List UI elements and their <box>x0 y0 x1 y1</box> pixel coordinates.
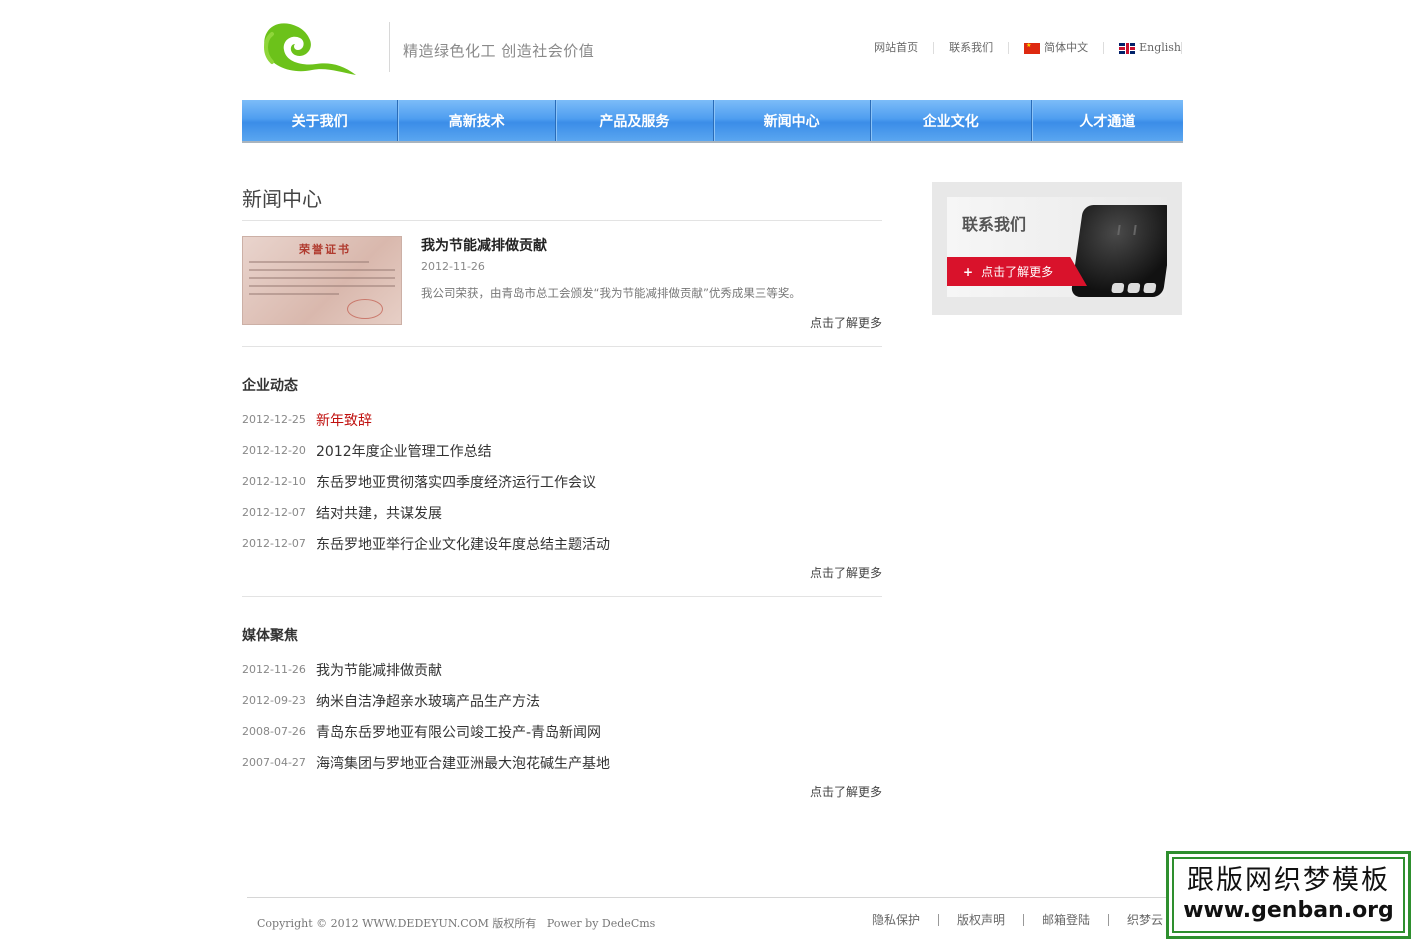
news-date: 2012-12-10 <box>242 475 306 488</box>
media-focus-title: 媒体聚焦 <box>242 628 298 644</box>
list-item: 2012-12-20 2012年度企业管理工作总结 <box>242 435 882 466</box>
top-link-english[interactable]: English <box>1104 42 1182 54</box>
nav-item-culture[interactable]: 企业文化 <box>871 100 1032 141</box>
sidebar-contact-box: 联系我们 + 点击了解更多 <box>932 182 1182 315</box>
list-item: 2012-09-23 纳米自洁净超亲水玻璃产品生产方法 <box>242 685 882 716</box>
media-focus-list: 2012-11-26 我为节能减排做贡献 2012-09-23 纳米自洁净超亲水… <box>242 654 882 778</box>
news-date: 2012-09-23 <box>242 694 306 707</box>
top-link-contact[interactable]: 联系我们 <box>934 41 1010 54</box>
news-link[interactable]: 我为节能减排做贡献 <box>316 660 442 680</box>
featured-news-description: 我公司荣获，由青岛市总工会颁发“我为节能减排做贡献”优秀成果三等奖。 <box>421 286 801 300</box>
news-date: 2012-12-20 <box>242 444 306 457</box>
certificate-text-line <box>249 269 395 271</box>
news-date: 2012-12-07 <box>242 537 306 550</box>
certificate-text-line <box>249 277 395 279</box>
media-focus-more-link[interactable]: 点击了解更多 <box>700 783 882 800</box>
footer-link-privacy[interactable]: 隐私保护 <box>872 914 938 926</box>
featured-news-image[interactable]: 荣誉证书 <box>242 236 402 325</box>
plus-icon: + <box>963 264 974 279</box>
divider <box>242 220 882 221</box>
divider <box>242 346 882 347</box>
top-link-label: 联系我们 <box>949 41 994 54</box>
top-link-chinese[interactable]: 简体中文 <box>1009 41 1105 54</box>
watermark-title: 跟版网织梦模板 <box>1187 865 1390 896</box>
company-logo[interactable] <box>242 18 362 80</box>
featured-news-title[interactable]: 我为节能减排做贡献 <box>421 235 547 255</box>
flag-cn-icon <box>1024 42 1041 54</box>
news-link[interactable]: 青岛东岳罗地亚有限公司竣工投产-青岛新闻网 <box>316 722 601 742</box>
news-link[interactable]: 东岳罗地亚贯彻落实四季度经济运行工作会议 <box>316 472 596 492</box>
contact-more-button[interactable]: + 点击了解更多 <box>947 257 1087 286</box>
company-news-title: 企业动态 <box>242 378 298 394</box>
list-item: 2012-12-10 东岳罗地亚贯彻落实四季度经济运行工作会议 <box>242 466 882 497</box>
news-date: 2012-12-07 <box>242 506 306 519</box>
device-keys-icon <box>1111 283 1157 293</box>
list-item: 2012-11-26 我为节能减排做贡献 <box>242 654 882 685</box>
footer-link-mail-login[interactable]: 邮箱登陆 <box>1023 914 1108 926</box>
nav-item-careers[interactable]: 人才通道 <box>1032 100 1183 141</box>
certificate-seal-icon <box>347 299 383 319</box>
watermark-badge: 跟版网织梦模板 www.genban.org <box>1166 851 1411 939</box>
news-link[interactable]: 海湾集团与罗地亚合建亚洲最大泡花碱生产基地 <box>316 753 610 773</box>
footer-copyright: Copyright © 2012 WWW.DEDEYUN.COM 版权所有 Po… <box>257 917 656 930</box>
header-divider <box>389 22 390 72</box>
list-item: 2007-04-27 海湾集团与罗地亚合建亚洲最大泡花碱生产基地 <box>242 747 882 778</box>
featured-more-link[interactable]: 点击了解更多 <box>700 314 882 331</box>
nav-item-products[interactable]: 产品及服务 <box>556 100 714 141</box>
top-link-label: 网站首页 <box>874 41 919 54</box>
top-link-label: English <box>1139 41 1181 54</box>
news-date: 2007-04-27 <box>242 756 306 769</box>
contact-button-label: 点击了解更多 <box>981 265 1054 279</box>
nav-item-technology[interactable]: 高新技术 <box>398 100 557 141</box>
news-link[interactable]: 结对共建，共谋发展 <box>316 503 442 523</box>
watermark-frame: 跟版网织梦模板 www.genban.org <box>1172 857 1405 933</box>
news-link[interactable]: 纳米自洁净超亲水玻璃产品生产方法 <box>316 691 540 711</box>
news-date: 2008-07-26 <box>242 725 306 738</box>
top-link-home[interactable]: 网站首页 <box>859 41 935 54</box>
footer-link-copyright[interactable]: 版权声明 <box>938 914 1023 926</box>
news-date: 2012-11-26 <box>242 663 306 676</box>
divider <box>242 596 882 597</box>
page-title: 新闻中心 <box>242 187 322 211</box>
swirl-logo-icon <box>264 23 356 75</box>
contact-title: 联系我们 <box>962 215 1027 234</box>
company-news-list: 2012-12-25 新年致辞 2012-12-20 2012年度企业管理工作总… <box>242 404 882 559</box>
footer-divider <box>247 897 1183 898</box>
certificate-text-line <box>249 285 395 287</box>
certificate-text-line <box>249 261 369 263</box>
list-item: 2012-12-07 东岳罗地亚举行企业文化建设年度总结主题活动 <box>242 528 882 559</box>
contact-banner[interactable]: 联系我们 + 点击了解更多 <box>947 197 1167 297</box>
news-link[interactable]: 东岳罗地亚举行企业文化建设年度总结主题活动 <box>316 534 610 554</box>
nav-item-about[interactable]: 关于我们 <box>242 100 399 141</box>
watermark-url: www.genban.org <box>1183 898 1394 923</box>
company-news-more-link[interactable]: 点击了解更多 <box>700 564 882 581</box>
list-item: 2012-12-07 结对共建，共谋发展 <box>242 497 882 528</box>
certificate-title: 荣誉证书 <box>299 243 351 256</box>
featured-news-date: 2012-11-26 <box>421 260 485 273</box>
header-slogan: 精造绿色化工 创造社会价值 <box>403 42 595 60</box>
top-links: 网站首页 联系我们 简体中文 English <box>859 42 1182 54</box>
certificate-text-line <box>249 293 339 295</box>
device-slot-icon <box>1117 225 1137 235</box>
footer-links: 隐私保护 版权声明 邮箱登陆 织梦云 <box>872 914 1181 926</box>
news-date: 2012-12-25 <box>242 413 306 426</box>
news-link[interactable]: 2012年度企业管理工作总结 <box>316 441 492 461</box>
flag-uk-icon <box>1119 42 1136 54</box>
main-nav: 关于我们 高新技术 产品及服务 新闻中心 企业文化 人才通道 <box>242 100 1183 143</box>
nav-item-news[interactable]: 新闻中心 <box>714 100 871 141</box>
top-link-label: 简体中文 <box>1044 41 1089 54</box>
list-item: 2012-12-25 新年致辞 <box>242 404 882 435</box>
news-link[interactable]: 新年致辞 <box>316 410 372 430</box>
list-item: 2008-07-26 青岛东岳罗地亚有限公司竣工投产-青岛新闻网 <box>242 716 882 747</box>
